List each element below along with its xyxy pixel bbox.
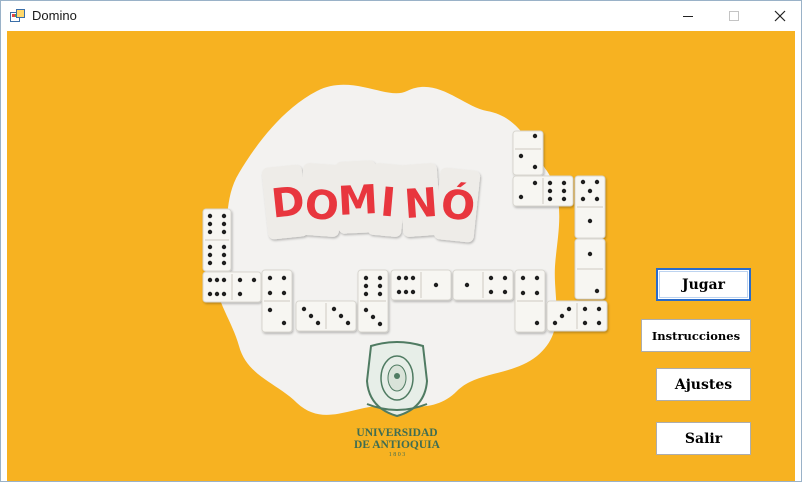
exit-button[interactable]: Salir xyxy=(656,422,751,455)
play-button[interactable]: Jugar xyxy=(656,268,751,301)
title-letter: O xyxy=(303,182,340,230)
close-button[interactable] xyxy=(757,1,801,31)
domino-logo: D O M I N Ó xyxy=(202,84,608,418)
window-title: Domino xyxy=(32,8,77,23)
instructions-button[interactable]: Instrucciones xyxy=(641,319,751,352)
app-window: Domino D O M I N Ó UNIVERSIDAD DE ANTIOQ… xyxy=(0,0,802,482)
university-name-line1: UNIVERSIDAD xyxy=(356,427,438,439)
maximize-icon xyxy=(729,11,739,21)
minimize-button[interactable] xyxy=(665,1,711,31)
close-icon xyxy=(774,10,786,22)
university-name-line2: DE ANTIOQUIA xyxy=(354,439,440,451)
app-icon xyxy=(10,9,25,22)
title-letter: Ó xyxy=(439,179,478,230)
title-bar[interactable]: Domino xyxy=(1,1,801,31)
university-founded: 1 8 0 3 xyxy=(388,452,406,458)
title-letters: D O M I N Ó xyxy=(269,177,477,231)
university-seal xyxy=(365,341,429,418)
main-panel: D O M I N Ó UNIVERSIDAD DE ANTIOQUIA 1 8… xyxy=(7,31,795,481)
title-letter: M xyxy=(337,177,379,225)
settings-button[interactable]: Ajustes xyxy=(656,368,751,401)
maximize-button[interactable] xyxy=(711,1,757,31)
minimize-icon xyxy=(683,16,693,17)
title-letter: N xyxy=(403,180,440,228)
title-letter: D xyxy=(269,178,307,227)
